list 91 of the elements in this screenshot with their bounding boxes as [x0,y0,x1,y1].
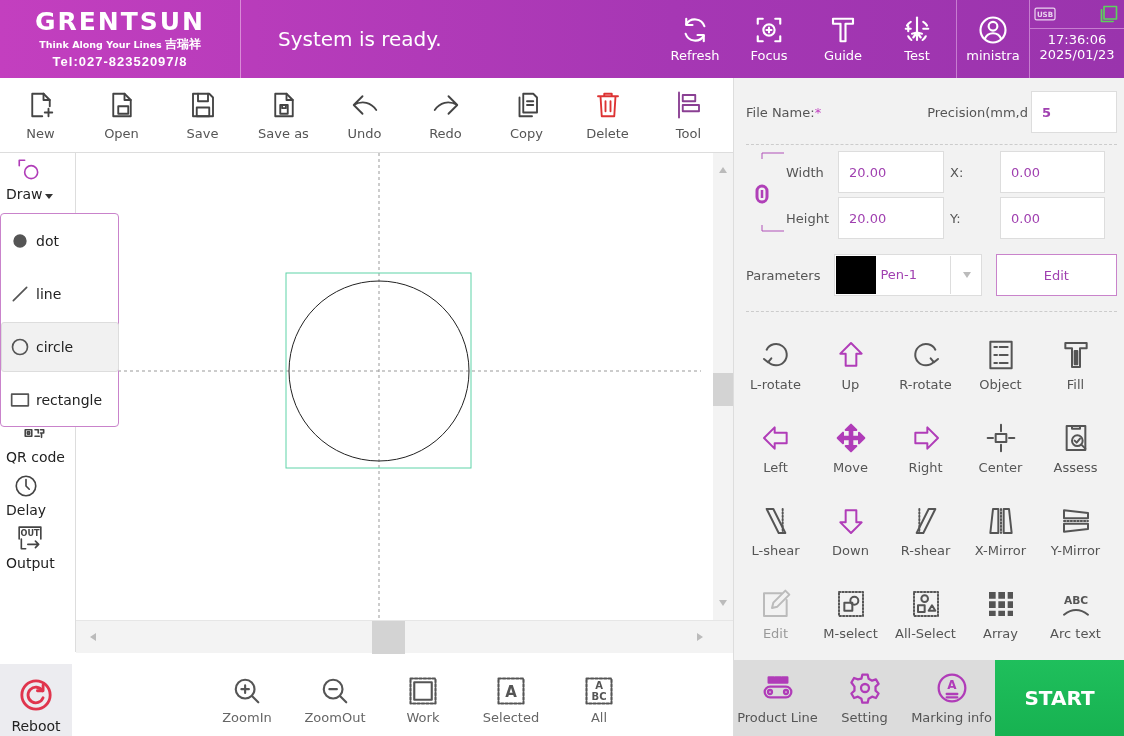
command-button[interactable]: Down [813,490,888,573]
center-icon [984,422,1017,454]
precision-label: Precision(mm,d [927,104,1028,120]
parameters-label: Parameters [746,267,821,283]
command-button[interactable]: Left [738,407,813,490]
settings-icon [848,671,881,704]
command-button[interactable]: Up [813,324,888,407]
slogan: Think Along Your Lines [39,39,162,50]
scroll-bar[interactable] [713,153,733,620]
pen-dropdown[interactable]: Pen-1 [834,254,982,296]
command-button[interactable]: L-shear [738,490,813,573]
command-button[interactable]: Array [963,573,1038,656]
header-button[interactable]: Guide [806,0,880,78]
file-name-label: File Name:* [746,104,822,120]
command-button[interactable]: L-rotate [738,324,813,407]
zoom-button[interactable]: Work [383,664,463,736]
circled-letter-icon: A [935,671,968,704]
x-label: X: [949,164,965,180]
dashed-letter-icon: A [496,675,526,706]
draw-button[interactable]: Draw [2,153,57,206]
zoom-button[interactable]: ZoomIn [207,664,287,736]
y-field[interactable]: 0.00 [1000,197,1105,239]
scroll-up-icon[interactable] [719,167,727,173]
scroll-thumb[interactable] [713,373,733,406]
command-button[interactable]: Right [888,407,963,490]
color-swatch [836,256,877,294]
command-button[interactable]: Y-Mirror [1038,490,1113,573]
command-button[interactable]: Assess [1038,407,1113,490]
height-label: Height [785,210,829,226]
side-tool-button[interactable]: OUT Output [2,522,59,575]
frame-icon [408,675,438,706]
scroll-right-icon[interactable] [697,633,703,641]
side-tool-button[interactable]: Delay [2,469,51,522]
y-label: Y: [949,210,962,226]
scroll-thumb[interactable] [372,621,405,654]
slogan-chinese: 吉瑞祥 [164,36,201,53]
caret-icon [963,272,972,278]
command-button[interactable]: Move [813,407,888,490]
circle-icon [10,336,30,357]
x-field[interactable]: 0.00 [1000,151,1105,193]
menu-item[interactable]: dot [1,215,119,266]
caret-icon [44,193,53,199]
header-button[interactable]: Refresh [658,0,732,78]
command-button[interactable]: ABC Arc text [1038,573,1113,656]
header-button[interactable]: Test [880,0,954,78]
command-button[interactable]: R-rotate [888,324,963,407]
zoom-button[interactable]: ZoomOut [295,664,375,736]
command-button[interactable]: X-Mirror [963,490,1038,573]
scroll-down-icon[interactable] [719,600,727,606]
menu-item[interactable]: circle [1,321,119,372]
nav-button[interactable]: Setting [821,660,908,736]
clock-date: 2025/01/23 [1039,47,1115,62]
brand-logo: GRENTSUN [34,9,206,35]
nav-button[interactable]: A Marking info [908,660,995,736]
toolbar-button[interactable]: Tool [648,78,729,152]
focus-icon [754,15,784,45]
command-button[interactable]: Fill [1038,324,1113,407]
move-icon [834,422,867,454]
toolbar-button[interactable]: Redo [405,78,486,152]
phone-number: Tel:027-82352097/8 [52,54,188,69]
toolbar-button[interactable]: Save as [243,78,324,152]
header-button[interactable]: Focus [732,0,806,78]
command-button[interactable]: All-Select [888,573,963,656]
zoom-button[interactable]: A BC All [559,664,639,736]
scroll-bar[interactable] [76,620,733,653]
height-field[interactable]: 20.00 [838,197,944,239]
line-icon [10,283,30,304]
scroll-left-icon[interactable] [90,633,96,641]
toolbar-button[interactable]: Open [81,78,162,152]
toolbar-button[interactable]: Copy [486,78,567,152]
menu-item[interactable]: line [1,268,119,319]
toolbar-button[interactable]: Undo [324,78,405,152]
width-field[interactable]: 20.00 [838,151,944,193]
precision-field[interactable]: 5 [1031,91,1117,133]
toolbar-button[interactable]: New [0,78,81,152]
clock-time: 17:36:06 [1047,32,1107,47]
reboot-icon [19,678,53,712]
status-message: System is ready. [277,26,443,53]
reboot-button[interactable]: Reboot [0,664,72,736]
command-button[interactable]: Center [963,407,1038,490]
command-button[interactable]: R-shear [888,490,963,573]
user-icon [978,15,1008,45]
nav-button[interactable]: Product Line [734,660,821,736]
toolbar-button[interactable]: Delete [567,78,648,152]
width-label: Width [785,164,824,180]
zoom-button[interactable]: A Selected [471,664,551,736]
edit-button[interactable]: Edit [995,254,1117,296]
dashed-letters-icon: A BC [584,675,614,706]
toolbar-button[interactable]: Save [162,78,243,152]
command-button[interactable]: M-select [813,573,888,656]
command-button[interactable]: Object [963,324,1038,407]
